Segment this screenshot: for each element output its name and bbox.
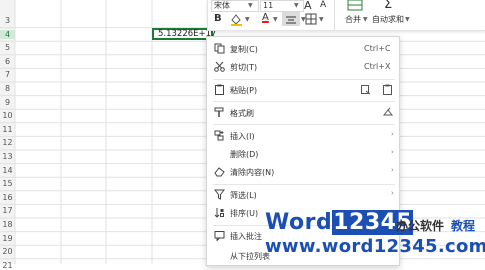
fill-color-icon[interactable] [230, 13, 244, 26]
paste-formatting-icon[interactable] [382, 84, 393, 95]
row-number[interactable]: 3 [0, 16, 15, 25]
row-number[interactable]: 16 [0, 193, 15, 202]
chevron-down-icon: ▼ [319, 16, 324, 23]
menu-item-label: 粘贴(P) [230, 86, 258, 95]
paste-icon [215, 84, 224, 95]
chevron-down-icon: ▼ [363, 16, 368, 23]
menu-item-label: 清除内容(N) [230, 168, 275, 177]
chevron-down-icon: ▼ [294, 2, 299, 9]
row-number[interactable]: 21 [0, 261, 15, 270]
row-number[interactable]: 5 [0, 43, 15, 52]
watermark-tagline-office: 办公软件 [396, 219, 445, 233]
toolbar-divider [334, 0, 335, 30]
eraser-icon [214, 167, 225, 177]
active-cell[interactable]: 5.13226E+17 [152, 28, 216, 40]
row-number[interactable]: 15 [0, 179, 15, 188]
menu-separator [213, 101, 395, 102]
row-number[interactable]: 4 [0, 29, 15, 39]
font-color-button[interactable]: A [262, 12, 269, 23]
brush-icon [382, 107, 394, 116]
menu-item-label: 从下拉列表 [230, 252, 270, 261]
shortcut-label: Ctrl+X [364, 62, 391, 71]
shrink-font-button[interactable]: A [320, 0, 326, 10]
sort-icon [214, 208, 224, 218]
grow-font-button[interactable]: A [304, 0, 312, 12]
menu-item-paste[interactable]: 粘贴(P) [207, 81, 399, 99]
menu-item-copy[interactable]: 复制(C) Ctrl+C [207, 40, 399, 58]
chevron-down-icon: ▼ [245, 16, 250, 23]
chevron-down-icon: ▼ [405, 16, 410, 23]
submenu-arrow-icon: › [391, 166, 394, 174]
shortcut-label: Ctrl+C [364, 44, 391, 53]
watermark-tagline-tutorial: 教程 [451, 219, 476, 233]
autosum-icon[interactable]: Σ [384, 0, 392, 12]
menu-separator [213, 79, 395, 80]
row-number[interactable]: 10 [0, 111, 15, 120]
format-painter-icon [214, 107, 224, 117]
chevron-down-icon: ▼ [248, 2, 253, 9]
row-number[interactable]: 13 [0, 152, 15, 161]
bold-button[interactable]: B [214, 13, 222, 24]
menu-item-label: 删除(D) [230, 150, 259, 159]
row-number[interactable]: 11 [0, 125, 15, 134]
menu-item-label: 插入批注 [230, 232, 262, 241]
menu-item-label: 格式刷 [230, 109, 254, 118]
menu-item-label: 剪切(T) [230, 63, 258, 72]
menu-item-filter[interactable]: 筛选(L) › [207, 186, 399, 204]
row-number[interactable]: 9 [0, 98, 15, 107]
row-number[interactable]: 12 [0, 138, 15, 147]
copy-icon [214, 43, 225, 54]
submenu-arrow-icon: › [391, 130, 394, 138]
menu-item-insert[interactable]: 插入(I) › [207, 127, 399, 145]
menu-item-label: 复制(C) [230, 45, 258, 54]
chevron-down-icon: ▼ [273, 16, 278, 23]
menu-item-label: 排序(U) [230, 209, 259, 218]
menu-item-cut[interactable]: 剪切(T) Ctrl+X [207, 58, 399, 76]
row-number[interactable]: 7 [0, 70, 15, 79]
menu-item-label: 插入(I) [230, 132, 255, 141]
menu-item-format-painter[interactable]: 格式刷 [207, 104, 399, 122]
autosum-label[interactable]: 自动求和 [372, 14, 404, 25]
border-icon[interactable] [305, 13, 317, 25]
merge-cells-icon[interactable] [347, 0, 363, 12]
row-number[interactable]: 6 [0, 57, 15, 66]
watermark-brand-prefix: Word [265, 210, 333, 235]
menu-separator [213, 184, 395, 185]
menu-item-label: 筛选(L) [230, 191, 257, 200]
align-center-button[interactable] [282, 12, 300, 26]
watermark-brand: Word12345 [265, 210, 414, 235]
insert-icon [214, 130, 224, 141]
submenu-arrow-icon: › [391, 189, 394, 197]
scissors-icon [214, 61, 225, 72]
row-number[interactable]: 18 [0, 220, 15, 229]
menu-separator [213, 124, 395, 125]
menu-item-delete[interactable]: 删除(D) › [207, 145, 399, 163]
merge-label[interactable]: 合并 [345, 14, 361, 25]
submenu-arrow-icon: › [391, 148, 394, 156]
filter-icon [214, 189, 225, 200]
paste-values-icon[interactable] [360, 84, 371, 95]
menu-item-clear-contents[interactable]: 清除内容(N) › [207, 163, 399, 181]
row-number[interactable]: 20 [0, 247, 15, 256]
watermark-url: www.word12345.com [265, 236, 485, 257]
row-number[interactable]: 19 [0, 234, 15, 243]
comment-icon [214, 231, 225, 241]
align-center-icon [286, 16, 296, 24]
row-number[interactable]: 17 [0, 206, 15, 215]
row-number[interactable]: 14 [0, 166, 15, 175]
row-number[interactable]: 8 [0, 84, 15, 93]
